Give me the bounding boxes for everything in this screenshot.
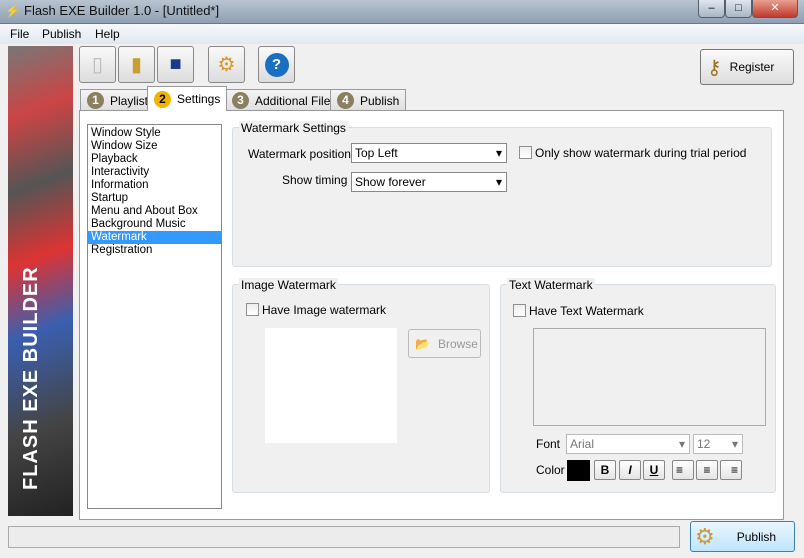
align-right-icon[interactable]: ≡: [720, 460, 742, 480]
title-bar: ⚡ Flash EXE Builder 1.0 - [Untitled*] – …: [0, 0, 804, 24]
publish-label: Publish: [736, 529, 777, 544]
image-preview: [265, 328, 397, 443]
trial-only-label: Only show watermark during trial period: [535, 146, 747, 160]
align-center-icon[interactable]: ≡: [696, 460, 718, 480]
menu-help[interactable]: Help: [95, 27, 120, 41]
browse-label: Browse: [437, 336, 478, 351]
status-bar: [8, 526, 680, 548]
align-left-icon[interactable]: ≡: [672, 460, 694, 480]
window-title: Flash EXE Builder 1.0 - [Untitled*]: [24, 3, 220, 18]
list-item[interactable]: Startup: [88, 192, 221, 205]
color-swatch[interactable]: [567, 460, 590, 481]
close-button[interactable]: ✕: [752, 0, 798, 18]
tab-label: Additional Files: [255, 93, 337, 108]
group-title: Text Watermark: [507, 278, 595, 292]
browse-button[interactable]: 📂 Browse: [408, 329, 481, 358]
list-item[interactable]: Window Size: [88, 140, 221, 153]
position-select[interactable]: Top Left: [351, 143, 507, 163]
have-text-checkbox[interactable]: [513, 304, 526, 317]
tab-label: Publish: [360, 93, 400, 108]
timing-label: Show timing: [282, 173, 348, 187]
menu-publish[interactable]: Publish: [42, 27, 81, 41]
help-icon: ?: [264, 52, 289, 77]
minimize-button[interactable]: –: [698, 0, 725, 18]
tab-settings[interactable]: 2 Settings: [147, 86, 228, 111]
menu-file[interactable]: File: [10, 27, 29, 41]
have-image-label: Have Image watermark: [262, 303, 387, 317]
trial-only-checkbox[interactable]: [519, 146, 532, 159]
app-icon: ⚡: [5, 4, 20, 18]
list-item[interactable]: Playback: [88, 153, 221, 166]
tab-playlist[interactable]: 1 Playlist: [80, 89, 156, 111]
open-folder-icon: 📂: [415, 336, 430, 351]
tab-number: 2: [154, 90, 171, 108]
open-button[interactable]: ▮: [118, 46, 155, 83]
tab-additional-files[interactable]: 3 Additional Files: [225, 89, 344, 111]
banner-logo-text: FLASH EXE BUILDER: [20, 266, 42, 490]
tab-number: 4: [337, 92, 354, 109]
save-button[interactable]: ■: [157, 46, 194, 83]
tab-number: 3: [232, 92, 249, 109]
watermark-text-area[interactable]: [533, 328, 766, 426]
tab-label: Settings: [177, 92, 221, 106]
list-item[interactable]: Background Music: [88, 218, 221, 231]
help-button[interactable]: ?: [258, 46, 295, 83]
list-item[interactable]: Interactivity: [88, 166, 221, 179]
list-item[interactable]: Information: [88, 179, 221, 192]
folder-icon: ▮: [130, 54, 142, 76]
tab-number: 1: [87, 92, 104, 109]
list-item-selected[interactable]: Watermark: [88, 231, 221, 244]
underline-button[interactable]: U: [643, 460, 665, 480]
timing-select[interactable]: Show forever: [351, 172, 507, 192]
new-file-icon: ▯: [91, 54, 103, 76]
publish-button[interactable]: ⚙ Publish: [690, 521, 795, 552]
group-title: Watermark Settings: [239, 121, 348, 135]
list-item[interactable]: Registration: [88, 244, 221, 257]
gear-icon: ⚙: [695, 523, 715, 549]
tab-label: Playlist: [110, 93, 149, 108]
font-size-select[interactable]: 12: [693, 434, 743, 454]
list-item[interactable]: Window Style: [88, 127, 221, 140]
gear-icon: ⚙: [217, 54, 236, 76]
color-label: Color: [536, 463, 565, 477]
bold-button[interactable]: B: [594, 460, 616, 480]
settings-category-list[interactable]: Window Style Window Size Playback Intera…: [87, 124, 222, 509]
group-title: Image Watermark: [239, 278, 338, 292]
register-button[interactable]: ⚷ Register: [700, 49, 794, 85]
list-item[interactable]: Menu and About Box: [88, 205, 221, 218]
menu-bar: File Publish Help: [0, 24, 804, 44]
settings-button[interactable]: ⚙: [208, 46, 245, 83]
keys-icon: ⚷: [707, 56, 722, 79]
maximize-button[interactable]: □: [725, 0, 752, 18]
font-select[interactable]: Arial: [566, 434, 690, 454]
font-label: Font: [536, 437, 561, 451]
register-label: Register: [729, 60, 775, 74]
have-image-checkbox[interactable]: [246, 303, 259, 316]
have-text-label: Have Text Watermark: [529, 304, 644, 318]
italic-button[interactable]: I: [619, 460, 641, 480]
new-button[interactable]: ▯: [79, 46, 116, 83]
position-label: Watermark position: [248, 147, 351, 161]
floppy-icon: ■: [169, 53, 182, 75]
tab-publish[interactable]: 4 Publish: [330, 89, 407, 111]
